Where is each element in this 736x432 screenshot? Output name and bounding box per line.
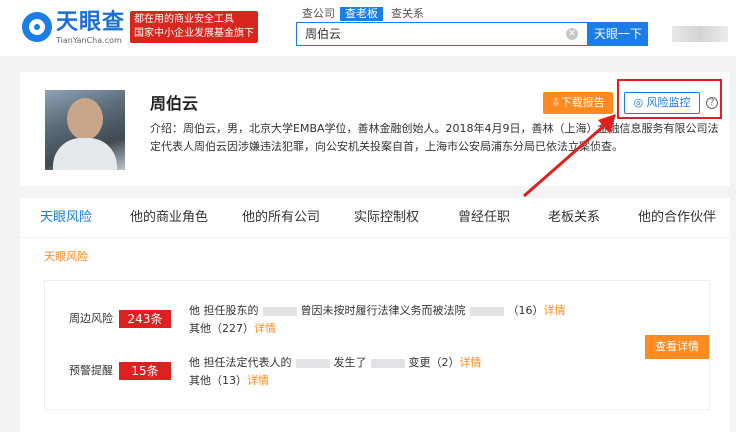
tab-tianyan-risk[interactable]: 天眼风险 [40, 210, 92, 226]
blurred-status [469, 306, 504, 316]
surrounding-risk-line-2: 其他（227）详情 [189, 321, 276, 337]
warning-count: 15条 [119, 362, 171, 380]
warning-line-2: 其他（13）详情 [189, 373, 269, 389]
risk-text: 曾因未按时履行法律义务而被法院 [300, 304, 466, 317]
tab-search-relation[interactable]: 查关系 [391, 7, 424, 21]
risk-other-text: 其他（227） [189, 322, 254, 335]
logo-eye-icon [22, 12, 52, 42]
cloud-download-icon: ⇩ [551, 96, 561, 109]
view-details-button[interactable]: 查看详情 [645, 335, 709, 359]
slogan-line-2: 国家中小企业发展基金旗下 [134, 28, 254, 39]
tab-business-roles[interactable]: 他的商业角色 [130, 210, 208, 226]
surrounding-risk-line-1: 他 担任股东的 曾因未按时履行法律义务而被法院 （16）详情 [189, 303, 566, 319]
section-title: 天眼风险 [44, 250, 88, 263]
tab-actual-control[interactable]: 实际控制权 [354, 210, 419, 226]
profile-tab-bar: 天眼风险 他的商业角色 他的所有公司 实际控制权 曾经任职 老板关系 他的合作伙… [20, 198, 730, 238]
tab-partners[interactable]: 他的合作伙伴 [638, 210, 716, 226]
slogan-line-1: 都在用的商业安全工具 [134, 14, 234, 25]
logo-domain: TianYanCha.com [56, 36, 122, 45]
warning-other-text: 其他（13） [189, 374, 247, 387]
highlight-annotation-box [617, 79, 722, 119]
blurred-item [370, 358, 405, 368]
tab-boss-relations[interactable]: 老板关系 [548, 210, 600, 226]
tab-search-boss[interactable]: 查老板 [340, 7, 383, 21]
tab-all-companies[interactable]: 他的所有公司 [242, 210, 320, 226]
search-box: ✕ [296, 22, 588, 46]
warning-text: 发生了 [333, 356, 367, 369]
risk-detail-link[interactable]: 详情 [544, 304, 566, 317]
warning-line-1: 他 担任法定代表人的 发生了 变更（2）详情 [189, 355, 482, 371]
blurred-company [262, 306, 297, 316]
profile-content: 天眼风险 他的商业角色 他的所有公司 实际控制权 曾经任职 老板关系 他的合作伙… [20, 198, 730, 432]
top-header: 天眼查 TianYanCha.com 都在用的商业安全工具 国家中小企业发展基金… [0, 0, 736, 56]
annotation-arrow-icon [523, 114, 616, 198]
warning-detail-link[interactable]: 详情 [460, 356, 482, 369]
avatar [45, 90, 125, 170]
search-input[interactable] [305, 23, 555, 45]
risk-text: 他 担任股东的 [189, 304, 259, 317]
warning-label: 预警提醒 [69, 364, 113, 377]
person-intro: 介绍：周伯云，男，北京大学EMBA学位，善林金融创始人。2018年4月9日，善林… [150, 122, 719, 153]
warning-detail-link[interactable]: 详情 [247, 374, 269, 387]
slogan-banner: 都在用的商业安全工具 国家中小企业发展基金旗下 [130, 11, 258, 43]
tab-search-company[interactable]: 查公司 [302, 7, 335, 21]
surrounding-risk-label: 周边风险 [69, 312, 113, 325]
person-name: 周伯云 [150, 94, 199, 113]
download-report-label: 下载报告 [560, 96, 605, 109]
risk-count-text: （16） [507, 304, 544, 317]
user-area-blurred[interactable] [672, 26, 728, 42]
tianyancha-logo[interactable]: 天眼查 TianYanCha.com [22, 10, 126, 46]
warning-text: 变更（2） [408, 356, 460, 369]
logo-name: 天眼查 [56, 10, 126, 35]
tab-former-positions[interactable]: 曾经任职 [458, 210, 510, 226]
clear-icon[interactable]: ✕ [566, 28, 578, 40]
search-button[interactable]: 天眼一下 [588, 22, 648, 46]
blurred-company [295, 358, 330, 368]
warning-text: 他 担任法定代表人的 [189, 356, 292, 369]
surrounding-risk-count: 243条 [119, 310, 171, 328]
risk-detail-link[interactable]: 详情 [254, 322, 276, 335]
risk-summary-box: 周边风险 243条 他 担任股东的 曾因未按时履行法律义务而被法院 （16）详情 其… [44, 280, 710, 410]
